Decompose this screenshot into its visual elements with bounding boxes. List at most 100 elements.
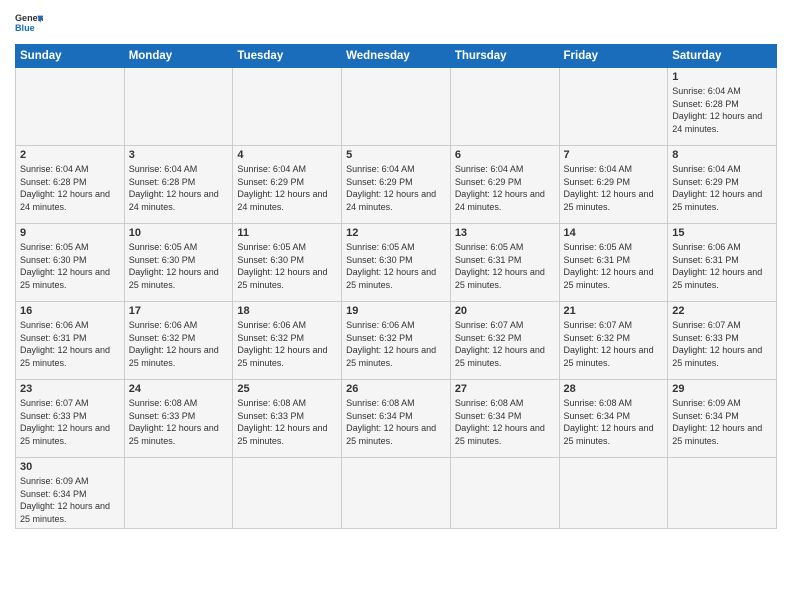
- calendar-header-monday: Monday: [124, 45, 233, 68]
- calendar-cell: 8 Sunrise: 6:04 AMSunset: 6:29 PMDaylight…: [668, 146, 777, 224]
- calendar-week-row-3: 16 Sunrise: 6:06 AMSunset: 6:31 PMDayligh…: [16, 302, 777, 380]
- day-info: Sunrise: 6:07 AMSunset: 6:33 PMDaylight:…: [20, 397, 120, 447]
- calendar-cell: 23 Sunrise: 6:07 AMSunset: 6:33 PMDayligh…: [16, 380, 125, 458]
- day-info: Sunrise: 6:09 AMSunset: 6:34 PMDaylight:…: [672, 397, 772, 447]
- logo: General Blue: [15, 10, 43, 38]
- calendar-cell: [342, 68, 451, 146]
- calendar-cell: 14Sunrise: 6:05 AMSunset: 6:31 PMDayligh…: [559, 224, 668, 302]
- svg-text:Blue: Blue: [15, 23, 35, 33]
- calendar-cell: [559, 458, 668, 529]
- day-info: Sunrise: 6:09 AMSunset: 6:34 PMDaylight:…: [20, 475, 120, 525]
- day-info: Sunrise: 6:08 AMSunset: 6:33 PMDaylight:…: [237, 397, 337, 447]
- page: General Blue SundayMondayTuesdayWednesda…: [0, 0, 792, 612]
- day-number: 2: [20, 149, 120, 161]
- day-number: 8: [672, 149, 772, 161]
- day-info: Sunrise: 6:08 AMSunset: 6:34 PMDaylight:…: [346, 397, 446, 447]
- day-number: 22: [672, 305, 772, 317]
- day-number: 6: [455, 149, 555, 161]
- day-info: Sunrise: 6:05 AMSunset: 6:30 PMDaylight:…: [129, 241, 229, 291]
- day-number: 7: [564, 149, 664, 161]
- calendar-week-row-5: 30 Sunrise: 6:09 AMSunset: 6:34 PMDayligh…: [16, 458, 777, 529]
- day-number: 3: [129, 149, 229, 161]
- day-number: 17: [129, 305, 229, 317]
- day-info: Sunrise: 6:06 AMSunset: 6:32 PMDaylight:…: [129, 319, 229, 369]
- day-info: Sunrise: 6:06 AMSunset: 6:31 PMDaylight:…: [672, 241, 772, 291]
- day-number: 10: [129, 227, 229, 239]
- day-number: 4: [237, 149, 337, 161]
- calendar-header-row: SundayMondayTuesdayWednesdayThursdayFrid…: [16, 45, 777, 68]
- day-number: 21: [564, 305, 664, 317]
- day-number: 11: [237, 227, 337, 239]
- day-info: Sunrise: 6:04 AMSunset: 6:28 PMDaylight:…: [672, 85, 772, 135]
- calendar-cell: 9Sunrise: 6:05 AMSunset: 6:30 PMDaylight…: [16, 224, 125, 302]
- calendar-cell: [124, 458, 233, 529]
- day-number: 30: [20, 461, 120, 473]
- calendar-cell: [124, 68, 233, 146]
- calendar-header-thursday: Thursday: [450, 45, 559, 68]
- day-number: 27: [455, 383, 555, 395]
- day-info: Sunrise: 6:04 AMSunset: 6:29 PMDaylight:…: [455, 163, 555, 213]
- day-number: 18: [237, 305, 337, 317]
- day-number: 9: [20, 227, 120, 239]
- day-number: 1: [672, 71, 772, 83]
- calendar-cell: 17 Sunrise: 6:06 AMSunset: 6:32 PMDayligh…: [124, 302, 233, 380]
- day-info: Sunrise: 6:04 AMSunset: 6:29 PMDaylight:…: [237, 163, 337, 213]
- day-info: Sunrise: 6:06 AMSunset: 6:32 PMDaylight:…: [346, 319, 446, 369]
- day-info: Sunrise: 6:05 AMSunset: 6:30 PMDaylight:…: [237, 241, 337, 291]
- day-info: Sunrise: 6:05 AMSunset: 6:31 PMDaylight:…: [455, 241, 555, 291]
- calendar-cell: [450, 458, 559, 529]
- day-number: 5: [346, 149, 446, 161]
- day-number: 23: [20, 383, 120, 395]
- calendar-cell: 26 Sunrise: 6:08 AMSunset: 6:34 PMDayligh…: [342, 380, 451, 458]
- calendar-cell: 25Sunrise: 6:08 AMSunset: 6:33 PMDayligh…: [233, 380, 342, 458]
- calendar-cell: 20Sunrise: 6:07 AMSunset: 6:32 PMDayligh…: [450, 302, 559, 380]
- day-info: Sunrise: 6:08 AMSunset: 6:34 PMDaylight:…: [455, 397, 555, 447]
- calendar-cell: 24 Sunrise: 6:08 AMSunset: 6:33 PMDayligh…: [124, 380, 233, 458]
- calendar-cell: 16 Sunrise: 6:06 AMSunset: 6:31 PMDayligh…: [16, 302, 125, 380]
- calendar-cell: 15Sunrise: 6:06 AMSunset: 6:31 PMDayligh…: [668, 224, 777, 302]
- calendar-header-friday: Friday: [559, 45, 668, 68]
- day-number: 29: [672, 383, 772, 395]
- calendar-cell: 3 Sunrise: 6:04 AMSunset: 6:28 PMDaylight…: [124, 146, 233, 224]
- calendar-cell: 6 Sunrise: 6:04 AMSunset: 6:29 PMDaylight…: [450, 146, 559, 224]
- calendar-cell: 19Sunrise: 6:06 AMSunset: 6:32 PMDayligh…: [342, 302, 451, 380]
- day-number: 28: [564, 383, 664, 395]
- calendar-cell: 13Sunrise: 6:05 AMSunset: 6:31 PMDayligh…: [450, 224, 559, 302]
- calendar-header-tuesday: Tuesday: [233, 45, 342, 68]
- day-info: Sunrise: 6:04 AMSunset: 6:29 PMDaylight:…: [672, 163, 772, 213]
- calendar-week-row-0: 1 Sunrise: 6:04 AMSunset: 6:28 PMDaylight…: [16, 68, 777, 146]
- day-number: 16: [20, 305, 120, 317]
- calendar-header-wednesday: Wednesday: [342, 45, 451, 68]
- calendar-cell: 7 Sunrise: 6:04 AMSunset: 6:29 PMDaylight…: [559, 146, 668, 224]
- calendar-week-row-4: 23 Sunrise: 6:07 AMSunset: 6:33 PMDayligh…: [16, 380, 777, 458]
- header: General Blue: [15, 10, 777, 38]
- day-number: 24: [129, 383, 229, 395]
- day-info: Sunrise: 6:06 AMSunset: 6:31 PMDaylight:…: [20, 319, 120, 369]
- day-number: 12: [346, 227, 446, 239]
- calendar-cell: 1 Sunrise: 6:04 AMSunset: 6:28 PMDaylight…: [668, 68, 777, 146]
- calendar-cell: 22 Sunrise: 6:07 AMSunset: 6:33 PMDayligh…: [668, 302, 777, 380]
- calendar-header-saturday: Saturday: [668, 45, 777, 68]
- calendar-cell: [450, 68, 559, 146]
- day-info: Sunrise: 6:08 AMSunset: 6:33 PMDaylight:…: [129, 397, 229, 447]
- calendar-cell: [668, 458, 777, 529]
- calendar-cell: 12Sunrise: 6:05 AMSunset: 6:30 PMDayligh…: [342, 224, 451, 302]
- calendar-cell: 4 Sunrise: 6:04 AMSunset: 6:29 PMDaylight…: [233, 146, 342, 224]
- day-info: Sunrise: 6:04 AMSunset: 6:28 PMDaylight:…: [20, 163, 120, 213]
- day-number: 14: [564, 227, 664, 239]
- day-info: Sunrise: 6:04 AMSunset: 6:28 PMDaylight:…: [129, 163, 229, 213]
- calendar-cell: 11 Sunrise: 6:05 AMSunset: 6:30 PMDayligh…: [233, 224, 342, 302]
- day-number: 26: [346, 383, 446, 395]
- calendar-cell: [16, 68, 125, 146]
- calendar-cell: 21Sunrise: 6:07 AMSunset: 6:32 PMDayligh…: [559, 302, 668, 380]
- generalblue-logo-icon: General Blue: [15, 10, 43, 38]
- day-info: Sunrise: 6:04 AMSunset: 6:29 PMDaylight:…: [564, 163, 664, 213]
- calendar-cell: 2 Sunrise: 6:04 AMSunset: 6:28 PMDaylight…: [16, 146, 125, 224]
- calendar-cell: [233, 458, 342, 529]
- calendar-cell: 29 Sunrise: 6:09 AMSunset: 6:34 PMDayligh…: [668, 380, 777, 458]
- day-info: Sunrise: 6:06 AMSunset: 6:32 PMDaylight:…: [237, 319, 337, 369]
- calendar-table: SundayMondayTuesdayWednesdayThursdayFrid…: [15, 44, 777, 529]
- calendar-cell: [233, 68, 342, 146]
- calendar-cell: 30 Sunrise: 6:09 AMSunset: 6:34 PMDayligh…: [16, 458, 125, 529]
- day-info: Sunrise: 6:07 AMSunset: 6:33 PMDaylight:…: [672, 319, 772, 369]
